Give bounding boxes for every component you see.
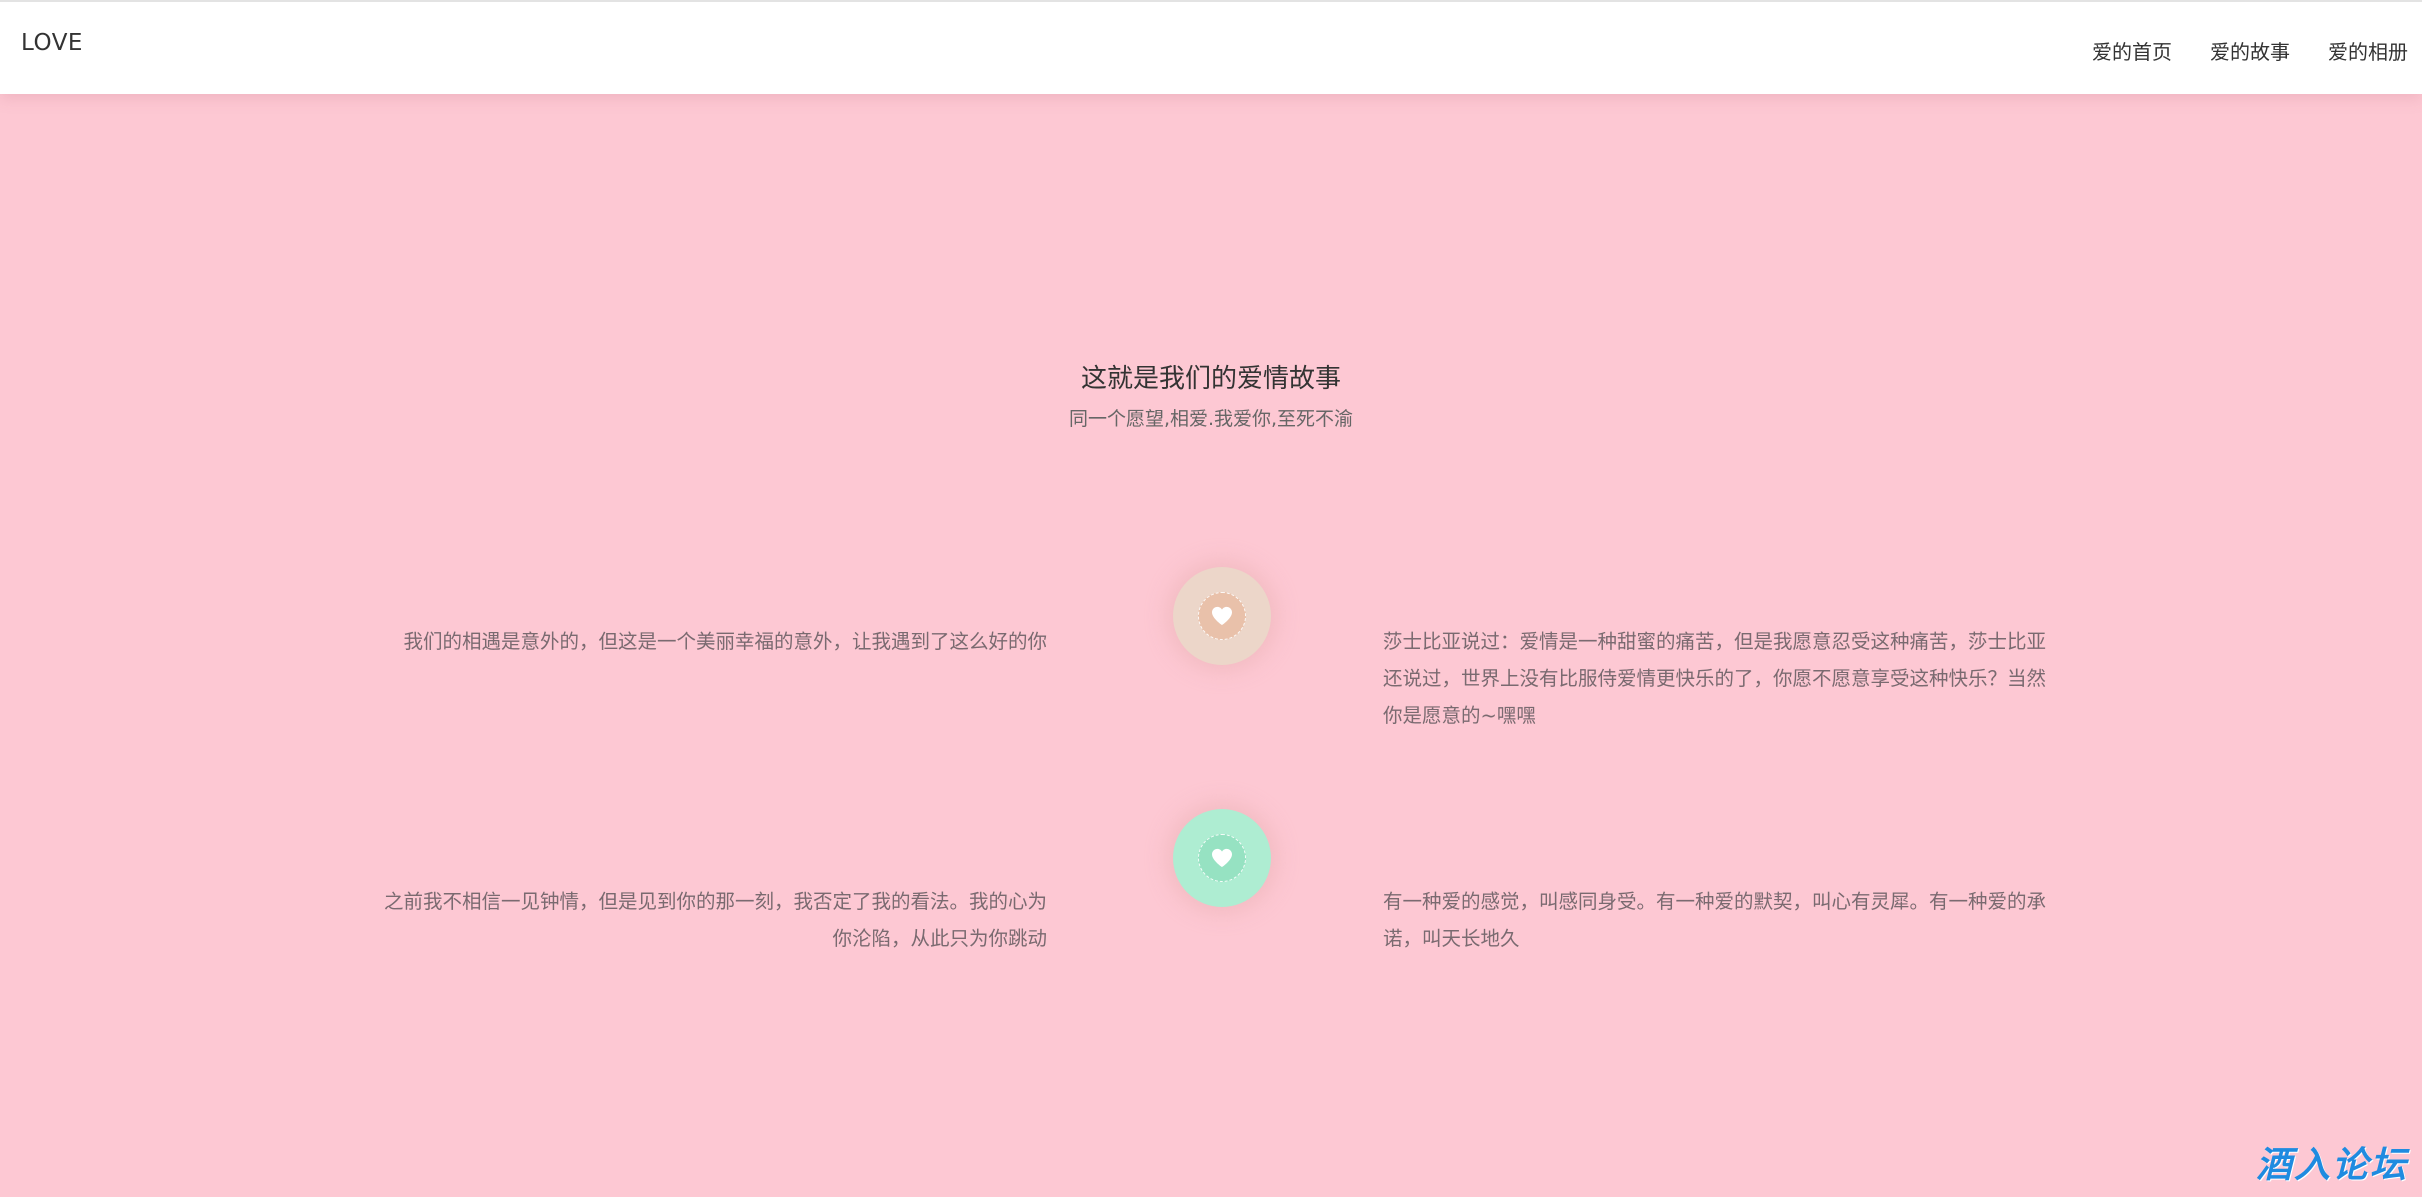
story-text-2-left: 之前我不相信一见钟情，但是见到你的那一刻，我否定了我的看法。我的心为你沦陷，从此…: [383, 890, 1047, 950]
story-text-1-left: 我们的相遇是意外的，但这是一个美丽幸福的意外，让我遇到了这么好的你: [403, 630, 1047, 653]
heart-badge-1: [1173, 567, 1271, 665]
heart-badge-inner: [1198, 834, 1246, 882]
top-navbar: LOVE 爱的首页 爱的故事 爱的相册: [0, 0, 2422, 94]
nav-item-home[interactable]: 爱的首页: [2092, 36, 2172, 65]
heart-icon: [1212, 848, 1232, 868]
site-watermark: 酒入论坛: [2255, 1145, 2408, 1186]
story-text-2-right: 有一种爱的感觉，叫感同身受。有一种爱的默契，叫心有灵犀。有一种爱的承诺，叫天长地…: [1383, 890, 2047, 950]
heart-badge-2: [1173, 809, 1271, 907]
section-subtitle: 同一个愿望,相爱.我爱你,至死不渝: [1068, 408, 1354, 430]
section-title: 这就是我们的爱情故事: [1080, 364, 1341, 394]
story-text-1-right: 莎士比亚说过：爱情是一种甜蜜的痛苦，但是我愿意忍受这种痛苦，莎士比亚还说过，世界…: [1383, 630, 2047, 727]
nav-item-album[interactable]: 爱的相册: [2328, 36, 2408, 65]
heart-icon: [1212, 606, 1232, 626]
heart-badge-inner: [1198, 592, 1246, 640]
brand-logo[interactable]: LOVE: [21, 30, 83, 56]
main-nav: 爱的首页 爱的故事 爱的相册: [2054, 36, 2408, 65]
nav-item-story[interactable]: 爱的故事: [2210, 36, 2290, 65]
